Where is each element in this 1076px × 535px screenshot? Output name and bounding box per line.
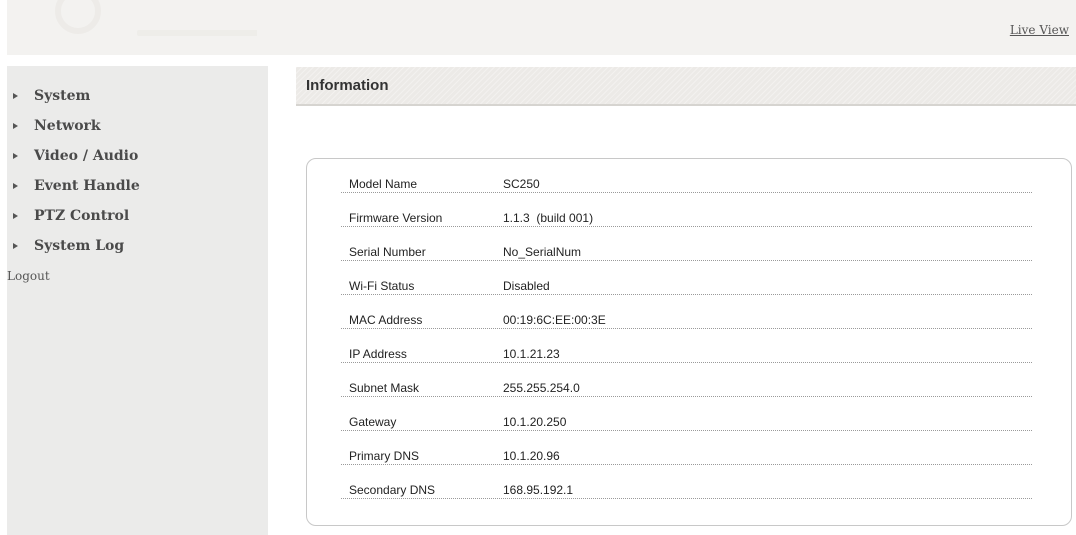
info-value: 10.1.20.96: [503, 449, 560, 463]
sidebar-item-video-audio[interactable]: Video / Audio: [7, 146, 268, 168]
info-label: Secondary DNS: [349, 483, 436, 497]
info-row-ip-address: IP Address 10.1.21.23: [341, 329, 1032, 363]
info-row-wifi-status: Wi-Fi Status Disabled: [341, 261, 1032, 295]
sidebar-item-label: Video / Audio: [34, 148, 139, 164]
info-label: IP Address: [349, 347, 407, 361]
info-label: Wi-Fi Status: [349, 279, 415, 293]
sidebar-item-label: Network: [34, 118, 101, 134]
arrow-right-icon: [13, 123, 18, 129]
page: Live View System Network Video / Audio E…: [7, 0, 1076, 535]
header: Live View: [7, 0, 1076, 55]
info-label: MAC Address: [349, 313, 423, 327]
live-view-link[interactable]: Live View: [1010, 23, 1069, 37]
arrow-right-icon: [13, 243, 18, 249]
section-header: Information: [296, 67, 1076, 106]
arrow-right-icon: [13, 153, 18, 159]
sidebar-item-event-handle[interactable]: Event Handle: [7, 176, 268, 198]
info-value: 10.1.20.250: [503, 415, 567, 429]
sidebar: System Network Video / Audio Event Handl…: [7, 66, 268, 535]
sidebar-item-system-log[interactable]: System Log: [7, 236, 268, 258]
info-row-serial-number: Serial Number No_SerialNum: [341, 227, 1032, 261]
info-label: Subnet Mask: [349, 381, 420, 395]
info-row-model-name: Model Name SC250: [341, 159, 1032, 193]
info-row-mac-address: MAC Address 00:19:6C:EE:00:3E: [341, 295, 1032, 329]
info-label: Serial Number: [349, 245, 426, 259]
arrow-right-icon: [13, 213, 18, 219]
logo-wordmark: [105, 0, 115, 23]
arrow-right-icon: [13, 183, 18, 189]
arrow-right-icon: [13, 93, 18, 99]
info-value: 00:19:6C:EE:00:3E: [503, 313, 606, 327]
sidebar-item-label: System: [34, 88, 91, 104]
info-label: Gateway: [349, 415, 397, 429]
logout-link[interactable]: Logout: [7, 269, 50, 283]
sidebar-item-ptz-control[interactable]: PTZ Control: [7, 206, 268, 228]
info-value: Disabled: [503, 279, 550, 293]
info-value: SC250: [503, 177, 540, 191]
info-value: No_SerialNum: [503, 245, 582, 259]
info-value: 1.1.3 (build 001): [503, 211, 594, 225]
info-value: 10.1.21.23: [503, 347, 560, 361]
info-value: 255.255.254.0: [503, 381, 580, 395]
info-row-gateway: Gateway 10.1.20.250: [341, 397, 1032, 431]
sidebar-item-system[interactable]: System: [7, 86, 268, 108]
info-label: Model Name: [349, 177, 418, 191]
info-row-secondary-dns: Secondary DNS 168.95.192.1: [341, 465, 1032, 499]
info-row-subnet-mask: Subnet Mask 255.255.254.0: [341, 363, 1032, 397]
logo-mark-icon: [55, 0, 101, 34]
info-row-primary-dns: Primary DNS 10.1.20.96: [341, 431, 1032, 465]
sidebar-item-label: System Log: [34, 238, 125, 254]
info-panel: Model Name SC250 Firmware Version 1.1.3 …: [306, 158, 1072, 526]
info-value: 168.95.192.1: [503, 483, 574, 497]
sidebar-item-label: Event Handle: [34, 178, 140, 194]
sidebar-item-label: PTZ Control: [34, 208, 130, 224]
info-row-firmware-version: Firmware Version 1.1.3 (build 001): [341, 193, 1032, 227]
sidebar-item-network[interactable]: Network: [7, 116, 268, 138]
page-title: Information: [306, 77, 389, 94]
info-label: Firmware Version: [349, 211, 443, 225]
brand-logo: [47, 0, 257, 40]
info-label: Primary DNS: [349, 449, 420, 463]
logo-tagline: [137, 30, 257, 36]
